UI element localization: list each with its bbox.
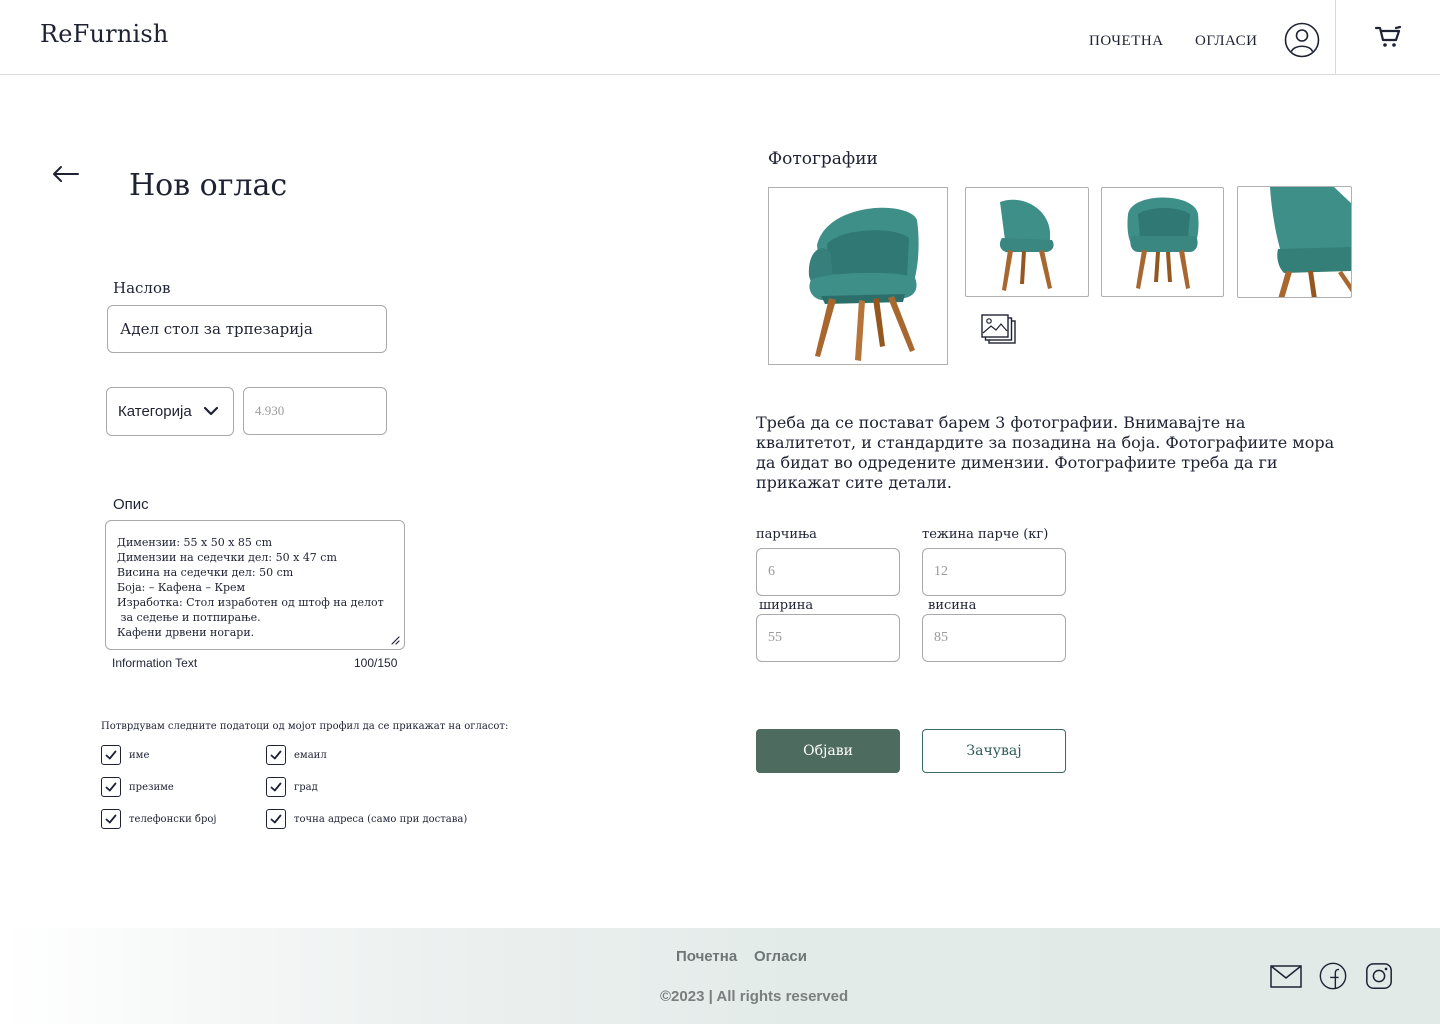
chair-image bbox=[1127, 197, 1199, 289]
checkbox-box[interactable] bbox=[266, 809, 286, 829]
description-label: Опис bbox=[113, 496, 149, 513]
weight-label: тежина парче (кг) bbox=[922, 527, 1049, 542]
nav-ads-link[interactable]: ОГЛАСИ bbox=[1195, 33, 1257, 50]
checkbox-box[interactable] bbox=[266, 745, 286, 765]
chevron-down-icon bbox=[203, 406, 219, 416]
width-label: ширина bbox=[759, 598, 814, 613]
copyright-text: ©2023 | All rights reserved bbox=[660, 988, 849, 1005]
checkbox-label: емаил bbox=[294, 749, 327, 761]
description-line: Боја: – Кафена – Крем bbox=[117, 581, 246, 594]
checkbox-box[interactable] bbox=[101, 809, 121, 829]
checkbox-label: име bbox=[129, 749, 150, 761]
description-line: Висина на седечки дел: 50 cm bbox=[117, 566, 294, 579]
footer-ads-link[interactable]: Огласи bbox=[754, 948, 807, 965]
title-input[interactable] bbox=[107, 305, 387, 353]
checkbox-label: град bbox=[294, 781, 318, 793]
nav-home-link[interactable]: ПОЧЕТНА bbox=[1089, 33, 1164, 50]
height-input[interactable] bbox=[922, 614, 1066, 662]
weight-input[interactable] bbox=[922, 548, 1066, 596]
resize-handle-icon[interactable] bbox=[390, 635, 400, 645]
description-textarea[interactable]: Димензии: 55 x 50 x 85 cm Димензии на се… bbox=[105, 520, 405, 650]
checkbox-address[interactable]: точна адреса (само при достава) bbox=[266, 809, 467, 829]
photo-side-view[interactable] bbox=[965, 187, 1089, 297]
check-icon bbox=[105, 782, 117, 792]
chair-image bbox=[1270, 187, 1351, 297]
category-dropdown[interactable]: Категорија bbox=[106, 387, 234, 436]
checkbox-phone[interactable]: телефонски број bbox=[101, 809, 216, 829]
height-label: висина bbox=[928, 598, 977, 613]
check-icon bbox=[105, 750, 117, 760]
checkbox-city[interactable]: град bbox=[266, 777, 318, 797]
char-counter: 100/150 bbox=[354, 656, 398, 670]
check-icon bbox=[105, 814, 117, 824]
description-line: Димензии на седечки дел: 50 x 47 cm bbox=[117, 551, 337, 564]
pieces-input[interactable] bbox=[756, 548, 900, 596]
photo-requirements-text: Треба да се постават барем 3 фотографии.… bbox=[756, 413, 1335, 492]
pieces-label: парчиња bbox=[756, 527, 817, 542]
width-input[interactable] bbox=[756, 614, 900, 662]
profile-confirm-text: Потврдувам следните податоци од мојот пр… bbox=[101, 721, 509, 732]
photo-front-view[interactable] bbox=[1101, 187, 1224, 297]
checkbox-last-name[interactable]: презиме bbox=[101, 777, 174, 797]
arrow-left-icon[interactable] bbox=[50, 162, 82, 186]
footer-home-link[interactable]: Почетна bbox=[676, 948, 737, 965]
logo[interactable]: ReFurnish bbox=[40, 20, 169, 48]
publish-button[interactable]: Објави bbox=[756, 729, 900, 773]
check-icon bbox=[270, 814, 282, 824]
save-button[interactable]: Зачувај bbox=[922, 729, 1066, 773]
check-icon bbox=[270, 782, 282, 792]
user-icon[interactable] bbox=[1284, 22, 1320, 58]
description-line: Кафени дрвени ногари. bbox=[117, 626, 255, 639]
checkbox-box[interactable] bbox=[101, 745, 121, 765]
description-line: Изработка: Стол изработен од штоф на дел… bbox=[117, 596, 384, 609]
info-text: Information Text bbox=[112, 656, 198, 670]
photos-label: Фотографии bbox=[768, 149, 878, 169]
checkbox-box[interactable] bbox=[101, 777, 121, 797]
chair-image bbox=[808, 207, 919, 361]
description-line: Димензии: 55 x 50 x 85 cm bbox=[117, 536, 273, 549]
page-title: Нов оглас bbox=[129, 168, 288, 203]
chair-image bbox=[999, 199, 1054, 291]
checkbox-box[interactable] bbox=[266, 777, 286, 797]
checkbox-first-name[interactable]: име bbox=[101, 745, 149, 765]
instagram-icon[interactable] bbox=[1363, 961, 1395, 991]
category-dropdown-label: Категорија bbox=[118, 403, 192, 420]
facebook-icon[interactable] bbox=[1317, 961, 1349, 991]
header-divider bbox=[1335, 0, 1336, 75]
check-icon bbox=[270, 750, 282, 760]
mail-icon[interactable] bbox=[1270, 962, 1302, 992]
checkbox-label: телефонски број bbox=[129, 813, 217, 825]
checkbox-label: презиме bbox=[129, 781, 174, 793]
title-label: Наслов bbox=[113, 279, 171, 297]
photo-main[interactable] bbox=[768, 187, 948, 365]
checkbox-label: точна адреса (само при достава) bbox=[294, 813, 468, 825]
price-input[interactable] bbox=[243, 387, 387, 435]
checkbox-email[interactable]: емаил bbox=[266, 745, 327, 765]
footer bbox=[0, 928, 1440, 1024]
description-line: за седење и потпирање. bbox=[117, 611, 261, 624]
cart-icon[interactable] bbox=[1374, 24, 1402, 50]
photo-detail-view[interactable] bbox=[1237, 186, 1352, 298]
gallery-upload-icon[interactable] bbox=[981, 313, 1017, 346]
